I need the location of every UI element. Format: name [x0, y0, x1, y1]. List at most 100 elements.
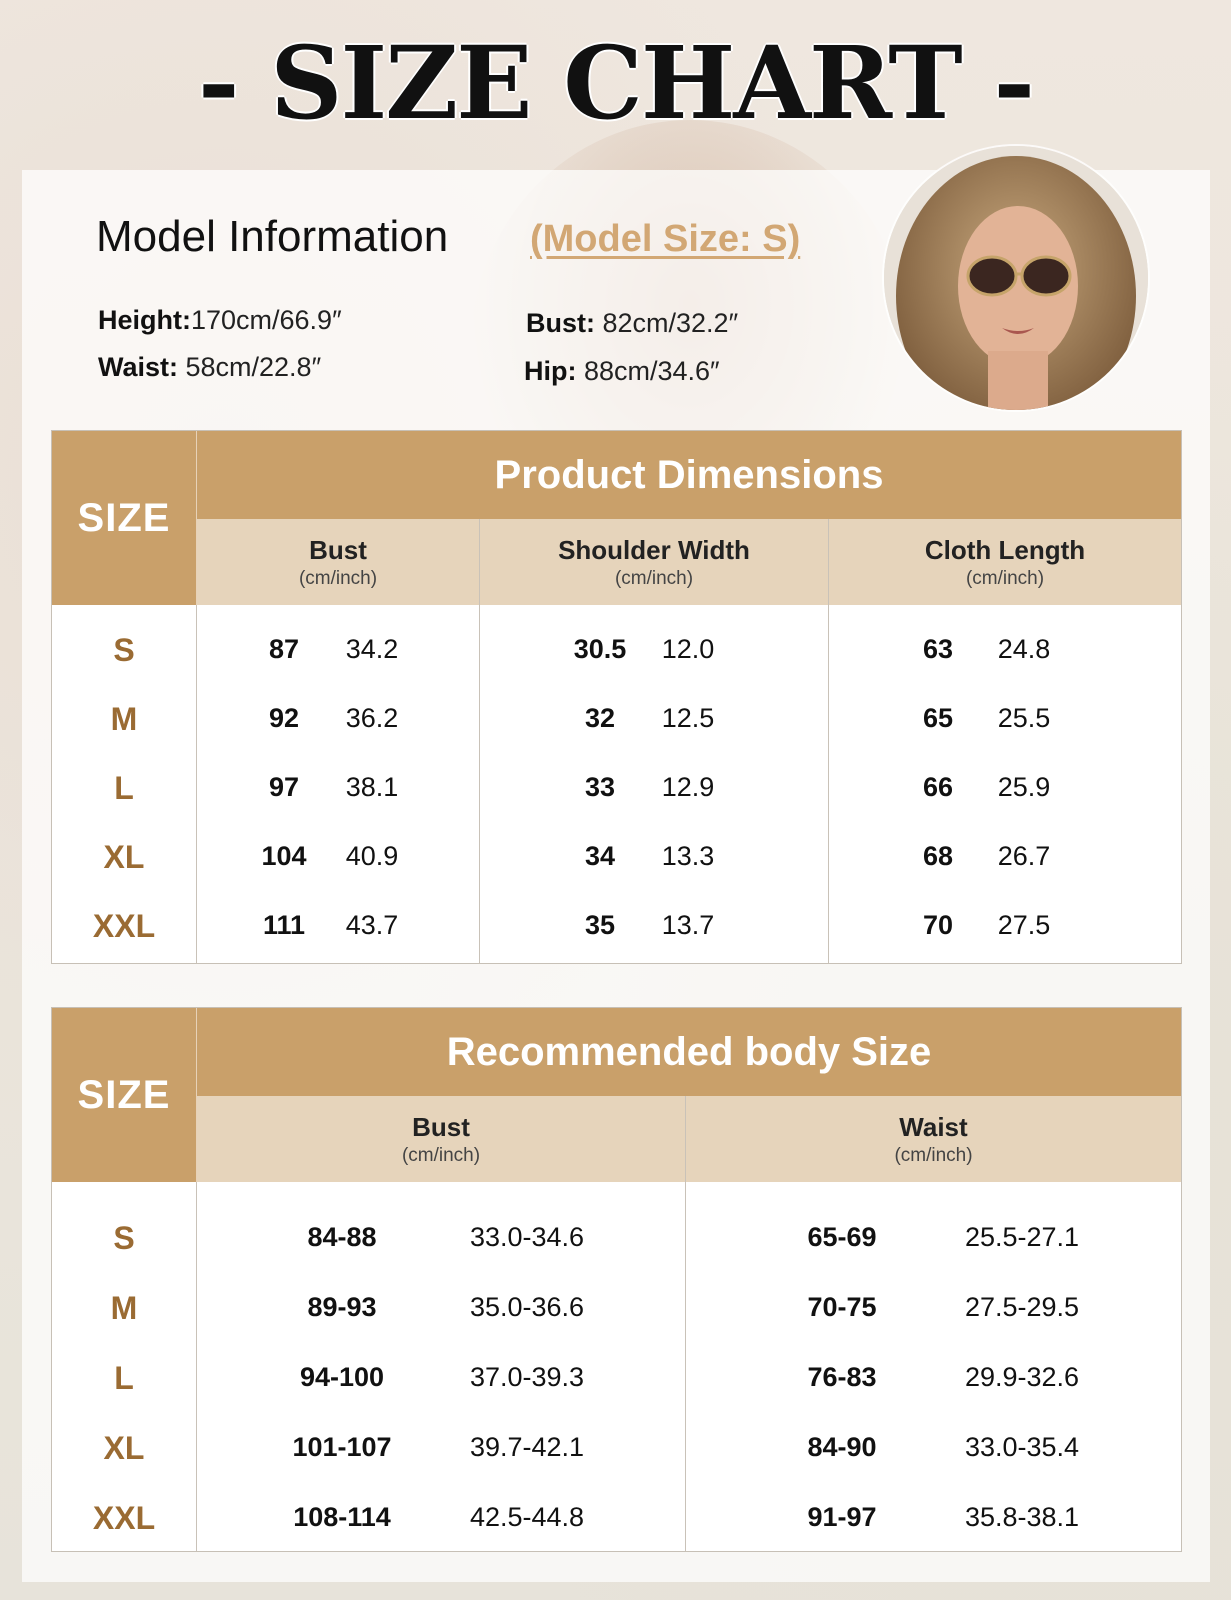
waist-inch: 29.9-32.6 — [964, 1362, 1080, 1392]
bust-cm: 89-93 — [307, 1292, 377, 1322]
column-unit: (cm/inch) — [401, 1144, 481, 1166]
length-cm: 66 — [922, 772, 954, 802]
bust-cm: 84-88 — [307, 1222, 377, 1252]
length-inch: 25.5 — [997, 703, 1051, 733]
bust-inch: 36.2 — [345, 703, 399, 733]
waist-label: Waist: — [98, 352, 178, 382]
bust-cm: 87 — [268, 634, 300, 664]
bust-inch: 34.2 — [345, 634, 399, 664]
bust-label: Bust: — [526, 308, 595, 338]
height-label: Height: — [98, 305, 191, 335]
size-label: XXL — [92, 1500, 156, 1536]
model-height: Height:170cm/66.9″ — [98, 305, 342, 336]
waist-inch: 27.5-29.5 — [964, 1292, 1080, 1322]
shoulder-inch: 12.9 — [661, 772, 715, 802]
size-label: L — [114, 1360, 134, 1396]
model-avatar — [884, 146, 1148, 410]
bust-cm: 108-114 — [293, 1502, 391, 1532]
bust-inch: 42.5-44.8 — [469, 1502, 585, 1532]
bust-cm: 94-100 — [299, 1362, 385, 1392]
shoulder-cm: 33 — [584, 772, 616, 802]
bust-column-header: Bust (cm/inch) — [197, 1096, 685, 1182]
bust-column-header: Bust (cm/inch) — [197, 519, 479, 605]
shoulder-cm: 30.5 — [573, 634, 627, 664]
model-size-note: (Model Size: S) — [530, 218, 801, 260]
model-waist: Waist: 58cm/22.8″ — [98, 352, 321, 383]
column-name: Bust — [412, 1111, 470, 1142]
product-dimensions-table: SIZE Product Dimensions Bust (cm/inch) S… — [51, 430, 1182, 964]
divider — [685, 1096, 686, 1551]
bust-inch: 39.7-42.1 — [469, 1432, 585, 1462]
recommended-size-title: Recommended body Size — [197, 1008, 1181, 1096]
bust-inch: 40.9 — [345, 841, 399, 871]
length-cm: 70 — [922, 910, 954, 940]
column-name: Bust — [309, 534, 367, 565]
title-bar: - SIZE CHART - — [0, 18, 1231, 148]
column-unit: (cm/inch) — [298, 567, 378, 589]
column-name: Waist — [899, 1111, 968, 1142]
shoulder-cm: 32 — [584, 703, 616, 733]
bust-inch: 38.1 — [345, 772, 399, 802]
column-unit: (cm/inch) — [894, 1144, 973, 1166]
model-hip: Hip: 88cm/34.6″ — [524, 356, 720, 387]
size-label: XXL — [92, 908, 156, 944]
bust-cm: 111 — [262, 910, 306, 940]
waist-cm: 76-83 — [807, 1362, 877, 1392]
divider — [828, 519, 829, 963]
size-label: L — [114, 770, 134, 806]
length-inch: 24.8 — [997, 634, 1051, 664]
shoulder-inch: 12.5 — [661, 703, 715, 733]
bust-inch: 37.0-39.3 — [469, 1362, 585, 1392]
length-cm: 65 — [922, 703, 954, 733]
height-value: 170cm/66.9″ — [190, 305, 342, 335]
divider — [196, 1182, 197, 1551]
shoulder-cm: 34 — [584, 841, 616, 871]
shoulder-cm: 35 — [584, 910, 616, 940]
waist-value: 58cm/22.8″ — [178, 352, 322, 382]
waist-cm: 65-69 — [807, 1222, 877, 1252]
bust-inch: 43.7 — [345, 910, 399, 940]
shoulder-inch: 13.7 — [661, 910, 715, 940]
length-cm: 68 — [922, 841, 954, 871]
page-title: - SIZE CHART - — [197, 24, 1035, 142]
size-label: S — [113, 1220, 135, 1256]
hip-value: 88cm/34.6″ — [576, 356, 720, 386]
waist-inch: 25.5-27.1 — [964, 1222, 1080, 1252]
bust-inch: 35.0-36.6 — [469, 1292, 585, 1322]
size-label: S — [113, 632, 135, 668]
waist-inch: 35.8-38.1 — [964, 1502, 1080, 1532]
bust-cm: 104 — [261, 841, 307, 871]
size-label: M — [110, 1290, 138, 1326]
waist-inch: 33.0-35.4 — [964, 1432, 1080, 1462]
size-label: XL — [103, 1430, 145, 1466]
bust-cm: 101-107 — [292, 1432, 392, 1462]
column-unit: (cm/inch) — [614, 567, 694, 589]
waist-cm: 91-97 — [807, 1502, 877, 1532]
waist-cm: 84-90 — [807, 1432, 877, 1462]
size-label: XL — [103, 839, 145, 875]
divider — [196, 605, 197, 963]
shoulder-width-column-header: Shoulder Width (cm/inch) — [480, 519, 828, 605]
column-unit: (cm/inch) — [965, 567, 1045, 589]
column-name: Cloth Length — [924, 534, 1086, 565]
length-inch: 27.5 — [997, 910, 1051, 940]
waist-cm: 70-75 — [807, 1292, 877, 1322]
cloth-length-column-header: Cloth Length (cm/inch) — [829, 519, 1181, 605]
size-column-header: SIZE — [52, 431, 198, 605]
length-inch: 26.7 — [997, 841, 1051, 871]
shoulder-inch: 13.3 — [661, 841, 715, 871]
hip-label: Hip: — [524, 356, 577, 386]
model-info-heading: Model Information — [96, 212, 449, 261]
bust-inch: 33.0-34.6 — [469, 1222, 585, 1252]
length-inch: 25.9 — [997, 772, 1051, 802]
shoulder-inch: 12.0 — [661, 634, 715, 664]
bust-cm: 92 — [268, 703, 300, 733]
model-portrait-image — [884, 146, 1148, 410]
column-name: Shoulder Width — [558, 534, 750, 565]
product-dimensions-title: Product Dimensions — [197, 431, 1181, 519]
model-bust: Bust: 82cm/32.2″ — [526, 308, 738, 339]
waist-column-header: Waist (cm/inch) — [686, 1096, 1181, 1182]
recommended-size-table: SIZE Recommended body Size Bust (cm/inch… — [51, 1007, 1182, 1552]
bust-cm: 97 — [268, 772, 300, 802]
size-label: M — [110, 701, 138, 737]
